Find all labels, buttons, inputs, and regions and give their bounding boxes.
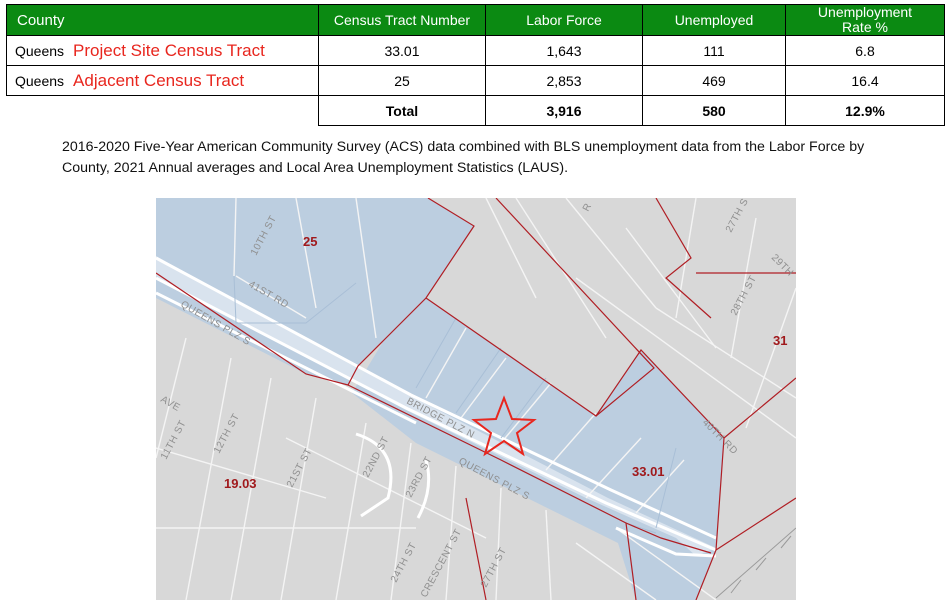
table-row: Queens Adjacent Census Tract 25 2,853 469… (6, 65, 945, 96)
tract-label-3301: 33.01 (632, 464, 665, 479)
tract-label-1903: 19.03 (224, 476, 257, 491)
labor-force-cell: 1,643 (485, 35, 643, 66)
tract-label-25: 25 (303, 234, 317, 249)
total-rate: 12.9% (785, 95, 945, 126)
labor-force-cell: 2,853 (485, 65, 643, 96)
unemployed-cell: 111 (642, 35, 786, 66)
adjacent-tract-label: Adjacent Census Tract (73, 70, 245, 90)
header-tract: Census Tract Number (318, 4, 486, 36)
map-svg: 25 31 33.01 19.03 10TH ST 41ST RD QUEENS… (156, 198, 796, 600)
rate-cell: 6.8 (785, 35, 945, 66)
row-county-cell: Queens Project Site Census Tract (6, 35, 319, 66)
total-labor-force: 3,916 (485, 95, 643, 126)
total-label: Total (318, 95, 486, 126)
tract-cell: 25 (318, 65, 486, 96)
tract-label-31: 31 (773, 333, 787, 348)
header-rate: Unemployment Rate % (785, 4, 945, 36)
header-labor-force: Labor Force (485, 4, 643, 36)
project-site-label: Project Site Census Tract (73, 40, 265, 60)
unemployed-cell: 469 (642, 65, 786, 96)
table-row: Queens Project Site Census Tract 33.01 1,… (6, 35, 945, 66)
row-county-cell: Queens Adjacent Census Tract (6, 65, 319, 96)
header-county: County (6, 4, 319, 36)
rate-cell: 16.4 (785, 65, 945, 96)
census-tract-map: 25 31 33.01 19.03 10TH ST 41ST RD QUEENS… (156, 198, 796, 600)
county-name: Queens (15, 42, 65, 59)
tract-cell: 33.01 (318, 35, 486, 66)
unemployment-table: County Census Tract Number Labor Force U… (6, 4, 945, 126)
table-header-row: County Census Tract Number Labor Force U… (6, 4, 945, 36)
total-row: Total 3,916 580 12.9% (6, 95, 945, 126)
header-unemployed: Unemployed (642, 4, 786, 36)
blank-cell (6, 95, 319, 126)
county-name: Queens (15, 72, 65, 89)
source-note: 2016-2020 Five-Year American Community S… (62, 139, 865, 176)
total-unemployed: 580 (642, 95, 786, 126)
